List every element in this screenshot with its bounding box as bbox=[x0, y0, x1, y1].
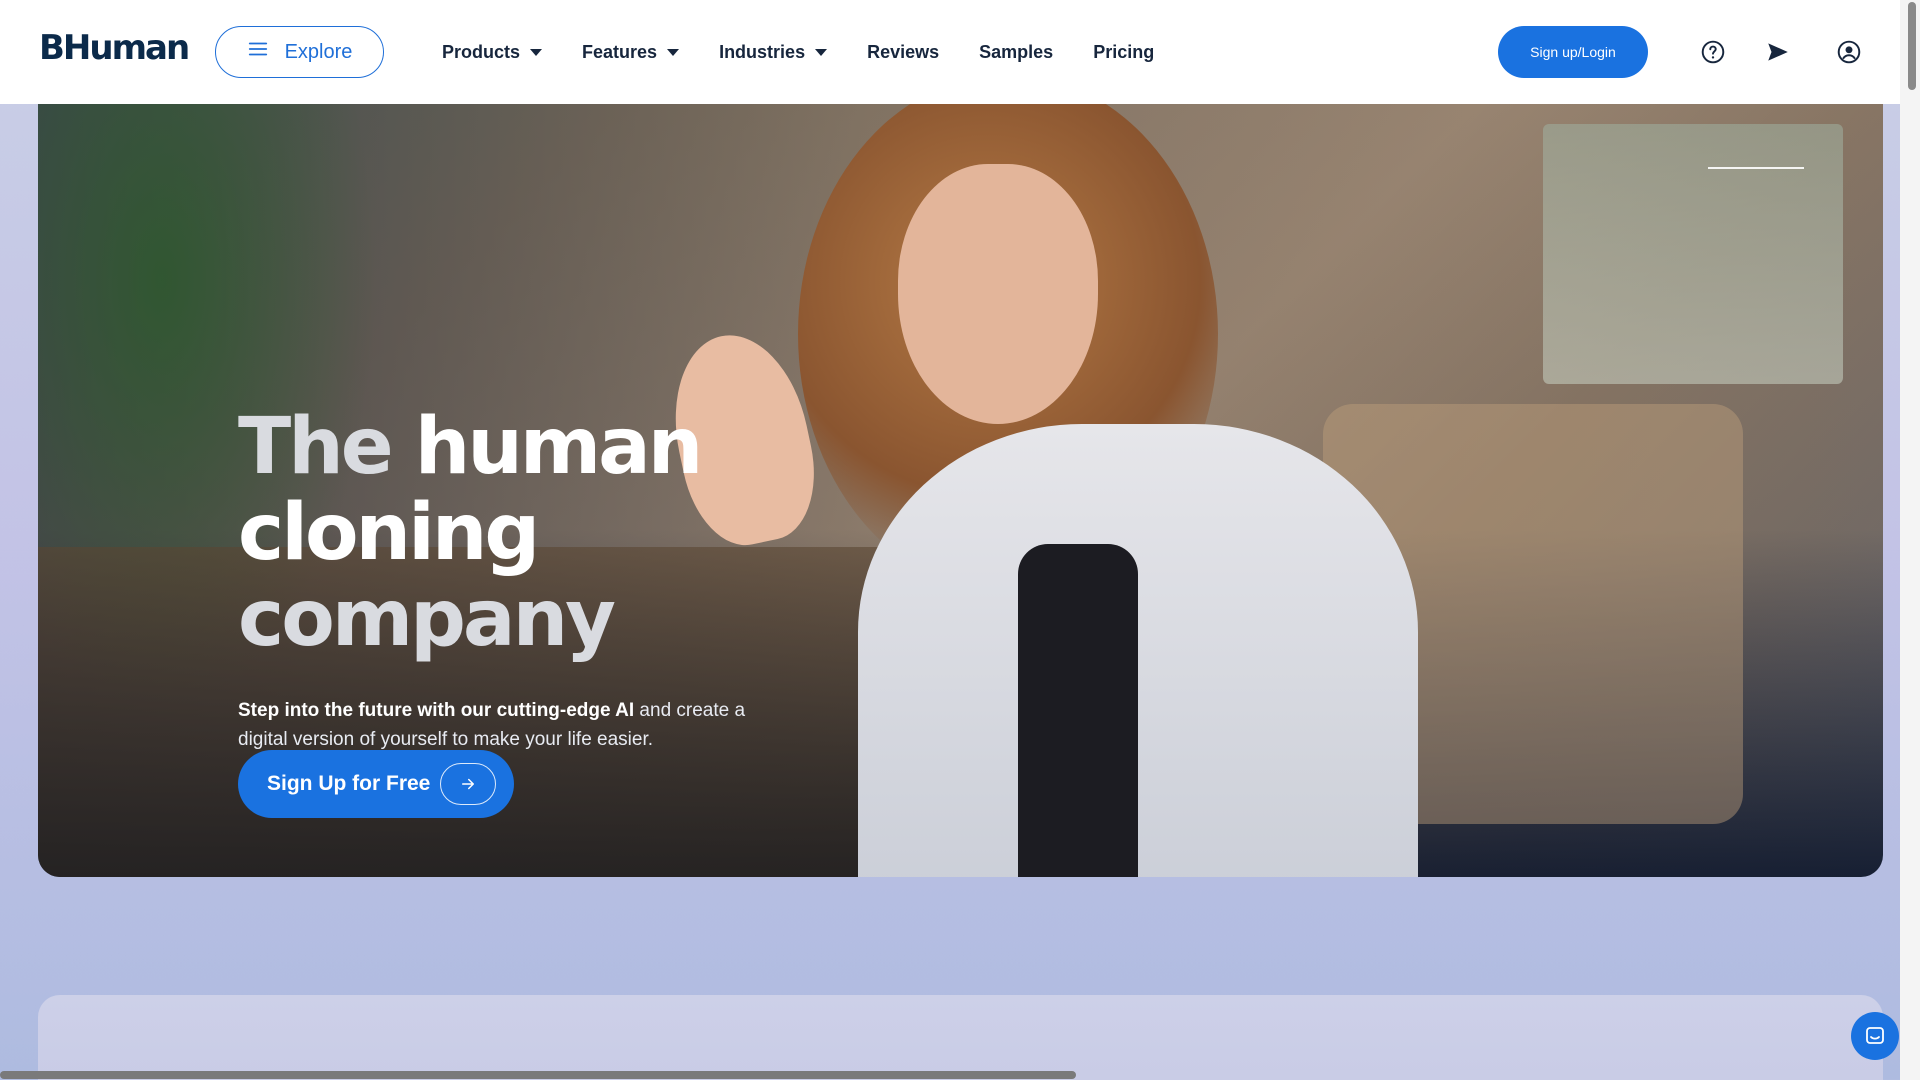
hero-title-part: company bbox=[238, 574, 616, 664]
help-circle-icon[interactable] bbox=[1700, 39, 1726, 65]
hero-title-part: The bbox=[238, 402, 415, 492]
bhuman-logo[interactable]: BHuman bbox=[39, 28, 190, 68]
nav-item-label: Pricing bbox=[1093, 41, 1155, 62]
nav-item-pricing[interactable]: Pricing bbox=[1093, 42, 1154, 63]
top-navbar: BHuman Explore Products Features Industr… bbox=[0, 0, 1900, 104]
horizontal-scrollbar-thumb[interactable] bbox=[0, 1071, 1076, 1079]
user-account-icon[interactable] bbox=[1836, 39, 1862, 65]
nav-item-label: Industries bbox=[719, 41, 806, 62]
explore-button[interactable]: Explore bbox=[215, 26, 384, 78]
nav-item-label: Samples bbox=[979, 41, 1054, 62]
cta-label: Sign Up for Free bbox=[267, 772, 431, 795]
nav-item-samples[interactable]: Samples bbox=[979, 42, 1053, 63]
hero-subtitle: Step into the future with our cutting-ed… bbox=[238, 696, 798, 754]
nav-item-industries[interactable]: Industries bbox=[719, 41, 828, 63]
slide-indicator[interactable] bbox=[1708, 167, 1804, 169]
main-nav: Products Features Industries Reviews Sam… bbox=[442, 0, 1194, 104]
caret-down-icon bbox=[815, 48, 828, 56]
hero-photo-background bbox=[1543, 124, 1843, 384]
nav-item-label: Reviews bbox=[867, 41, 940, 62]
arrow-right-icon bbox=[440, 763, 496, 805]
hero-section: The human cloning company Step into the … bbox=[38, 104, 1883, 877]
nav-item-features[interactable]: Features bbox=[582, 41, 680, 63]
vertical-scrollbar[interactable] bbox=[1900, 0, 1920, 1080]
explore-label: Explore bbox=[284, 40, 353, 63]
vertical-scrollbar-thumb[interactable] bbox=[1908, 2, 1916, 90]
hero-title: The human cloning company bbox=[238, 404, 998, 662]
signup-login-button[interactable]: Sign up/Login bbox=[1498, 26, 1648, 78]
caret-down-icon bbox=[530, 48, 543, 56]
signup-free-button[interactable]: Sign Up for Free bbox=[238, 750, 514, 818]
chat-bubble-icon[interactable] bbox=[1851, 1012, 1899, 1060]
hero-photo-person-face bbox=[898, 164, 1098, 424]
send-icon[interactable] bbox=[1765, 39, 1791, 65]
hero-content: The human cloning company Step into the … bbox=[238, 404, 998, 754]
nav-item-reviews[interactable]: Reviews bbox=[867, 42, 939, 63]
next-section-card bbox=[38, 995, 1883, 1080]
nav-item-products[interactable]: Products bbox=[442, 41, 543, 63]
nav-item-label: Features bbox=[582, 41, 658, 62]
nav-item-label: Products bbox=[442, 41, 521, 62]
hero-subtitle-emphasis: Step into the future with our cutting-ed… bbox=[238, 700, 635, 721]
hero-photo-person-top bbox=[1018, 544, 1138, 877]
menu-icon bbox=[247, 38, 269, 66]
caret-down-icon bbox=[667, 48, 680, 56]
